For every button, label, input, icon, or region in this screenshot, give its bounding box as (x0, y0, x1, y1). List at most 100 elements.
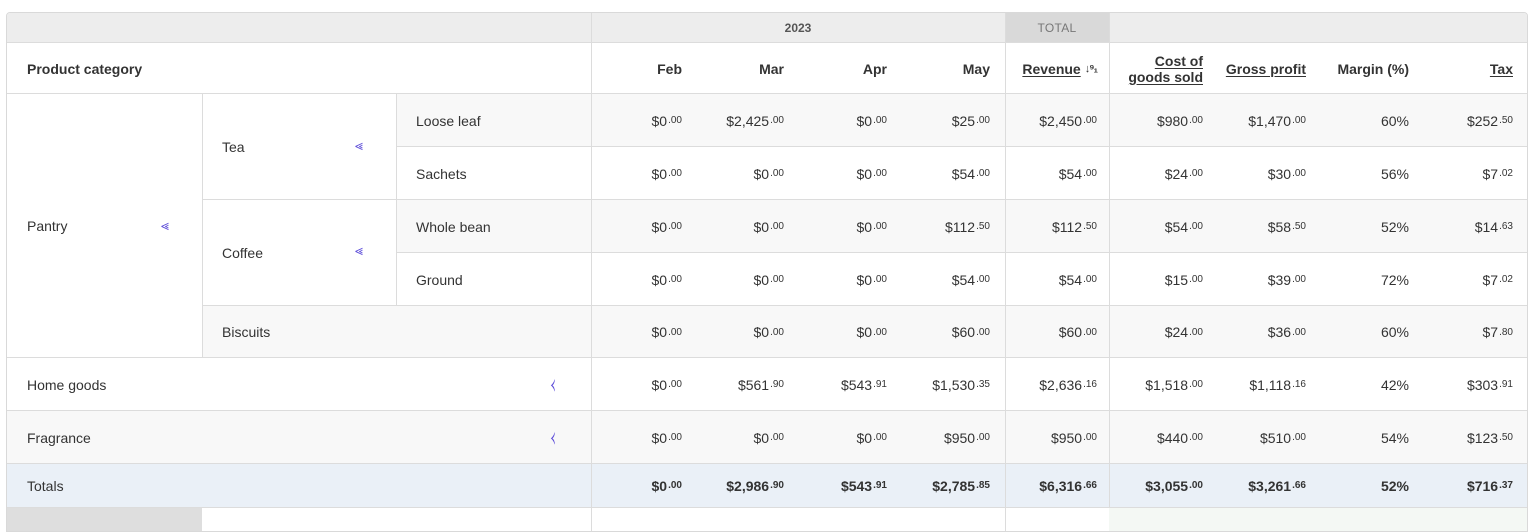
cell-cents: .00 (1083, 168, 1097, 179)
product-category-header[interactable]: Product category (7, 43, 591, 94)
cell-ground-feb: $0.00 (592, 253, 682, 306)
cell-value: $58 (1267, 218, 1292, 235)
cell-loose-leaf-tax: $252.50 (1423, 94, 1513, 147)
cell-home-goods-cogs: $1,518.00 (1113, 358, 1203, 411)
cell-value: $54 (951, 165, 976, 182)
cogs-header-line1: Cost of (1154, 52, 1203, 69)
cell-whole-bean-cogs: $54.00 (1113, 200, 1203, 253)
row-label-whole-bean: Whole bean (416, 218, 491, 235)
cell-value: $14 (1474, 218, 1499, 235)
cell-biscuits-may: $60.00 (900, 306, 990, 358)
cell-value: $112 (944, 218, 976, 235)
margin-header[interactable]: Margin (%) (1306, 43, 1409, 94)
cell-cents: .00 (1292, 326, 1306, 338)
cell-value: $0 (856, 165, 873, 182)
cell-value: $24 (1164, 165, 1189, 182)
cell-value: $123 (1466, 429, 1499, 446)
cell-cents: .00 (770, 274, 784, 285)
cell-cents: .00 (1083, 432, 1097, 443)
cell-cents: .16 (1292, 379, 1306, 390)
cell-sachets-tax: $7.02 (1423, 147, 1513, 200)
cell-cents: .85 (976, 480, 990, 491)
cell-sachets-may: $54.00 (900, 147, 990, 200)
cell-value: $303 (1466, 376, 1499, 393)
cell-sachets-revenue: $54.00 (1007, 147, 1097, 200)
group-label-pantry: Pantry (27, 218, 68, 234)
cell-value: $2,450 (1039, 112, 1083, 129)
month-header-feb[interactable]: Feb (591, 43, 682, 94)
cell-value: $39 (1267, 271, 1292, 288)
expand-icon[interactable]: ⧼ (545, 372, 561, 396)
cell-value: $1,530 (932, 376, 976, 393)
tax-header[interactable]: Tax (1409, 43, 1513, 94)
cell-whole-bean-gross-profit: $58.50 (1216, 200, 1306, 253)
cell-value: $54 (951, 271, 976, 288)
cell-value: 42% (1380, 376, 1409, 393)
cell-cents: .00 (1083, 115, 1097, 126)
cell-value: $54 (1164, 218, 1189, 235)
cell-value: $0 (651, 376, 668, 393)
cell-loose-leaf-apr: $0.00 (797, 94, 887, 147)
cell-value: $1,118 (1249, 376, 1292, 393)
footer-stub (7, 508, 202, 531)
cell-value: $0 (856, 112, 873, 129)
cell-value: 56% (1380, 165, 1409, 182)
month-header-apr[interactable]: Apr (784, 43, 887, 94)
cell-cents: .00 (668, 379, 682, 390)
cell-home-goods-gross-profit: $1,118.16 (1216, 358, 1306, 411)
cell-biscuits-margin: 60% (1319, 306, 1409, 358)
cell-value: $0 (753, 218, 770, 235)
cell-totals-tax: $716.37 (1423, 464, 1513, 507)
cell-value: $950 (943, 429, 976, 446)
cell-cents: .00 (976, 115, 990, 126)
cell-value: $3,261 (1248, 477, 1292, 494)
cell-cents: .02 (1499, 168, 1513, 179)
cell-value: $0 (753, 324, 770, 340)
footer-stub-right (1109, 508, 1527, 531)
cell-value: $6,316 (1039, 477, 1083, 494)
cell-cents: .00 (873, 168, 887, 179)
cogs-header[interactable]: Cost of goods sold (1109, 43, 1203, 94)
cell-value: $54 (1058, 271, 1083, 288)
grid-line (202, 94, 203, 358)
cell-value: $0 (856, 324, 873, 340)
cell-value: $0 (856, 271, 873, 288)
cell-loose-leaf-margin: 60% (1319, 94, 1409, 147)
cell-sachets-apr: $0.00 (797, 147, 887, 200)
expand-icon[interactable]: ⧼ (545, 425, 561, 449)
cell-value: $950 (1050, 429, 1083, 446)
cell-cents: .00 (1083, 326, 1097, 338)
cell-value: $543 (840, 477, 873, 494)
gross-profit-header[interactable]: Gross profit (1203, 43, 1306, 94)
cell-whole-bean-feb: $0.00 (592, 200, 682, 253)
row-label-biscuits: Biscuits (222, 324, 271, 340)
cell-value: $0 (856, 218, 873, 235)
pivot-table: 2023 TOTAL Product category Feb Mar Apr … (6, 12, 1528, 532)
revenue-header[interactable]: Revenue ↓⁹₁ (1005, 43, 1098, 94)
cell-whole-bean-margin: 52% (1319, 200, 1409, 253)
cell-fragrance-mar: $0.00 (694, 411, 784, 464)
month-header-may[interactable]: May (887, 43, 990, 94)
cell-biscuits-cogs: $24.00 (1113, 306, 1203, 358)
cell-value: $2,425 (726, 112, 770, 129)
cell-cents: .80 (1499, 326, 1513, 338)
cell-fragrance-may: $950.00 (900, 411, 990, 464)
cell-sachets-margin: 56% (1319, 147, 1409, 200)
cell-cents: .00 (668, 326, 682, 338)
collapse-icon[interactable]: ⪡ (351, 238, 367, 262)
cell-home-goods-mar: $561.90 (694, 358, 784, 411)
cell-cents: .00 (1189, 168, 1203, 179)
collapse-icon[interactable]: ⪡ (351, 133, 367, 157)
cell-value: $2,986 (726, 477, 770, 494)
grid-line (396, 94, 397, 306)
collapse-icon[interactable]: ⪡ (157, 213, 173, 237)
cell-value: $510 (1259, 429, 1292, 446)
cell-biscuits-mar: $0.00 (694, 306, 784, 358)
month-header-mar[interactable]: Mar (682, 43, 784, 94)
cell-cents: .00 (770, 115, 784, 126)
cell-biscuits-revenue: $60.00 (1007, 306, 1097, 358)
cell-cents: .00 (770, 432, 784, 443)
cell-ground-revenue: $54.00 (1007, 253, 1097, 306)
sort-ascending-icon[interactable]: ↓⁹₁ (1085, 61, 1098, 77)
cell-value: $25 (951, 112, 976, 129)
